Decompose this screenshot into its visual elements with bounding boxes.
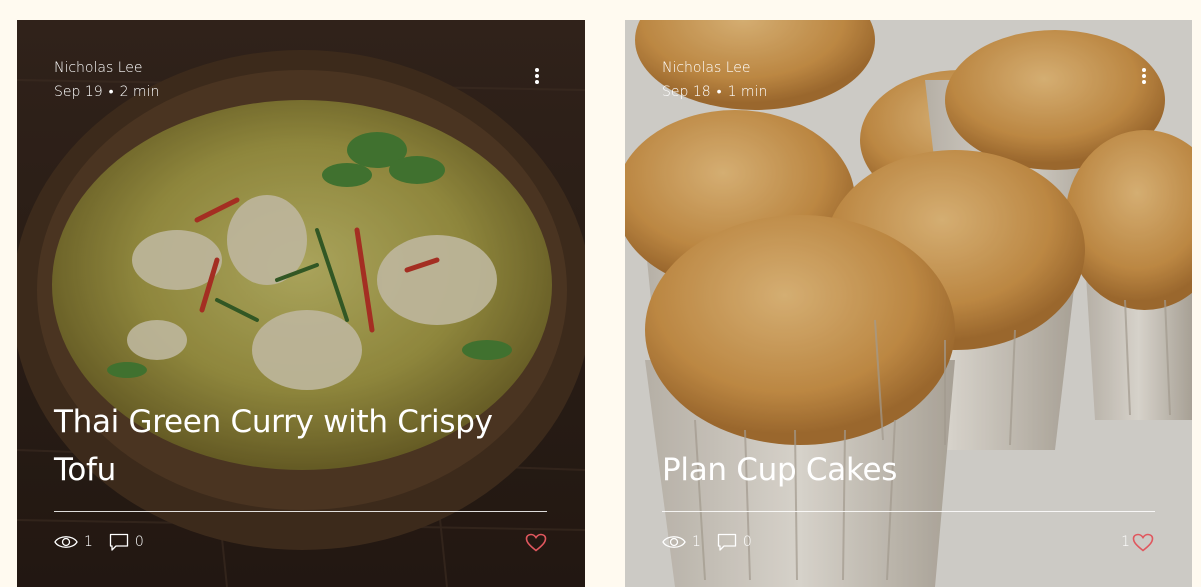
post-meta: Nicholas Lee Sep 18 • 1 min (662, 56, 767, 104)
like-button[interactable] (523, 531, 547, 553)
read-time: 2 min (119, 84, 160, 100)
views-stat: 1 (662, 534, 701, 550)
image-overlay (17, 20, 585, 587)
views-count: 1 (84, 534, 93, 550)
post-title[interactable]: Plan Cup Cakes (662, 446, 1142, 494)
heart-icon (1132, 533, 1154, 552)
eye-icon (54, 536, 78, 548)
separator-dot: • (108, 84, 114, 100)
post-card[interactable]: Nicholas Lee Sep 18 • 1 min Plan Cup Cakes… (625, 20, 1192, 587)
comments-count: 0 (742, 534, 752, 550)
post-date-line: Sep 19 • 2 min (54, 80, 159, 104)
views-count: 1 (692, 534, 701, 550)
eye-icon (662, 536, 686, 548)
post-stats: 1 0 (54, 531, 160, 553)
separator-dot: • (716, 84, 722, 100)
comments-count: 0 (134, 534, 144, 550)
author-name[interactable]: Nicholas Lee (662, 56, 767, 80)
likes-count: 1 (1121, 534, 1130, 550)
author-name[interactable]: Nicholas Lee (54, 56, 159, 80)
more-vertical-icon[interactable] (533, 68, 541, 88)
comment-icon (717, 533, 737, 551)
comments-stat[interactable]: 0 (717, 533, 752, 552)
read-time: 1 min (727, 84, 768, 100)
heart-icon (525, 533, 547, 552)
divider (662, 511, 1155, 512)
post-date: Sep 19 (54, 84, 103, 100)
comments-stat[interactable]: 0 (109, 533, 144, 552)
post-stats: 1 0 (662, 531, 768, 553)
comment-icon (109, 533, 129, 551)
post-date: Sep 18 (662, 84, 711, 100)
post-title[interactable]: Thai Green Curry with Crispy Tofu (54, 398, 534, 494)
post-card[interactable]: Nicholas Lee Sep 19 • 2 min Thai Green Cur… (17, 20, 585, 587)
post-meta: Nicholas Lee Sep 19 • 2 min (54, 56, 159, 104)
post-date-line: Sep 18 • 1 min (662, 80, 767, 104)
more-vertical-icon[interactable] (1140, 68, 1148, 88)
like-button[interactable]: 1 (1121, 531, 1154, 553)
views-stat: 1 (54, 534, 93, 550)
divider (54, 511, 547, 512)
image-overlay (625, 20, 1192, 587)
